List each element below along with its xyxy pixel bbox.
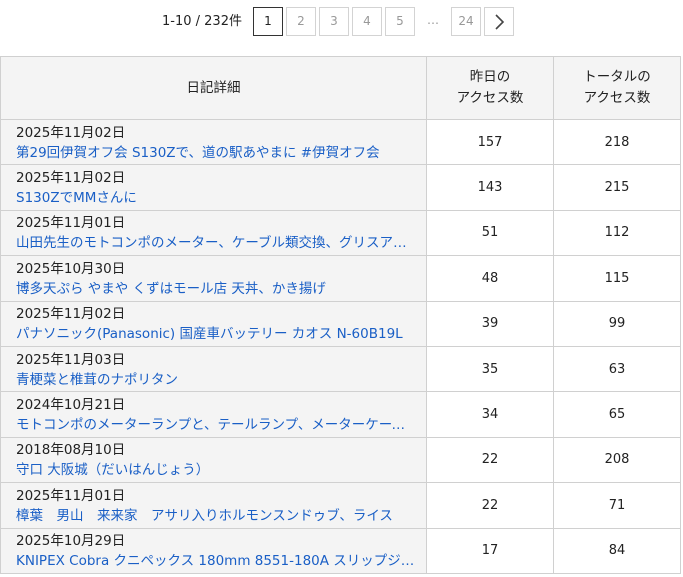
diary-title-link[interactable]: パナソニック(Panasonic) 国産車バッテリー カオス N-60B19L [16, 324, 418, 344]
diary-cell: 2025年11月03日 青梗菜と椎茸のナポリタン [0, 345, 427, 393]
diary-date: 2024年10月21日 [16, 397, 126, 414]
yesterday-count: 51 [426, 209, 554, 257]
total-count: 84 [553, 527, 681, 574]
yesterday-count: 48 [426, 255, 554, 302]
chevron-right-icon [495, 14, 505, 30]
yesterday-count: 22 [426, 436, 554, 484]
total-count: 65 [553, 391, 681, 438]
table-row: 2025年11月02日 第29回伊賀オフ会 S130Zで、道の駅あやまに #伊賀… [0, 118, 681, 166]
diary-title-link[interactable]: 青梗菜と椎茸のナポリタン [16, 370, 418, 390]
page-1-button[interactable]: 1 [253, 7, 283, 36]
diary-date: 2025年11月02日 [16, 124, 126, 141]
diary-date: 2025年10月29日 [16, 533, 126, 550]
diary-cell: 2025年10月30日 博多天ぷら やまや くずはモール店 天丼、かき揚げ [0, 255, 427, 302]
yesterday-count: 34 [426, 391, 554, 438]
diary-title-link[interactable]: モトコンポのメーターランプと、テールランプ、メーターケーブル [16, 415, 418, 435]
diary-title-link[interactable]: 守口 大阪城（だいはんじょう） [16, 460, 418, 480]
diary-cell: 2025年11月02日 S130ZでMMさんに [0, 164, 427, 211]
total-count: 218 [553, 118, 681, 166]
table-row: 2025年10月29日 KNIPEX Cobra クニペックス 180mm 85… [0, 527, 681, 574]
pagination: 1-10 / 232件 1 2 3 4 5 … 24 [0, 0, 683, 56]
total-count: 71 [553, 482, 681, 529]
diary-title-link[interactable]: 樟葉 男山 来来家 アサリ入りホルモンスンドゥブ、ライス [16, 506, 418, 526]
yesterday-count: 157 [426, 118, 554, 166]
yesterday-count: 22 [426, 482, 554, 529]
diary-cell: 2025年11月01日 樟葉 男山 来来家 アサリ入りホルモンスンドゥブ、ライス [0, 482, 427, 529]
table-row: 2024年10月21日 モトコンポのメーターランプと、テールランプ、メーターケー… [0, 391, 681, 438]
yesterday-count: 17 [426, 527, 554, 574]
page-4-button[interactable]: 4 [352, 7, 382, 36]
diary-cell: 2024年10月21日 モトコンポのメーターランプと、テールランプ、メーターケー… [0, 391, 427, 438]
yesterday-count: 39 [426, 300, 554, 347]
yesterday-count: 143 [426, 164, 554, 211]
diary-date: 2025年11月03日 [16, 351, 126, 368]
diary-date: 2025年10月30日 [16, 260, 126, 277]
total-count: 63 [553, 345, 681, 393]
diary-title-link[interactable]: KNIPEX Cobra クニペックス 180mm 8551-180A スリップ… [16, 551, 418, 571]
diary-title-link[interactable]: 博多天ぷら やまや くずはモール店 天丼、かき揚げ [16, 279, 418, 299]
header-yesterday: 昨日の アクセス数 [426, 56, 554, 120]
diary-title-link[interactable]: 第29回伊賀オフ会 S130Zで、道の駅あやまに #伊賀オフ会 [16, 143, 418, 163]
diary-date: 2025年11月02日 [16, 170, 126, 187]
diary-title-link[interactable]: 山田先生のモトコンポのメーター、ケーブル類交換、グリスアップ [16, 233, 418, 253]
yesterday-count: 35 [426, 345, 554, 393]
diary-date: 2025年11月01日 [16, 215, 126, 232]
diary-cell: 2025年11月02日 第29回伊賀オフ会 S130Zで、道の駅あやまに #伊賀… [0, 118, 427, 166]
table-row: 2025年11月01日 樟葉 男山 来来家 アサリ入りホルモンスンドゥブ、ライス… [0, 482, 681, 529]
total-count: 115 [553, 255, 681, 302]
next-page-button[interactable] [484, 7, 514, 36]
diary-cell: 2025年11月02日 パナソニック(Panasonic) 国産車バッテリー カ… [0, 300, 427, 347]
page-2-button[interactable]: 2 [286, 7, 316, 36]
page-5-button[interactable]: 5 [385, 7, 415, 36]
table-row: 2025年10月30日 博多天ぷら やまや くずはモール店 天丼、かき揚げ 48… [0, 255, 681, 302]
total-count: 208 [553, 436, 681, 484]
diary-access-table: 日記詳細 昨日の アクセス数 トータルの アクセス数 2025年11月02日 第29… [0, 56, 681, 574]
diary-title-link[interactable]: S130ZでMMさんに [16, 188, 418, 208]
header-title: 日記詳細 [0, 56, 427, 120]
result-count: 1-10 / 232件 [162, 14, 242, 29]
total-count: 215 [553, 164, 681, 211]
table-row: 2025年11月02日 S130ZでMMさんに 143 215 [0, 164, 681, 211]
page-ellipsis: … [418, 7, 448, 36]
table-header-row: 日記詳細 昨日の アクセス数 トータルの アクセス数 [0, 56, 681, 120]
diary-date: 2025年11月01日 [16, 487, 126, 504]
table-row: 2018年08月10日 守口 大阪城（だいはんじょう） 22 208 [0, 436, 681, 484]
table-row: 2025年11月01日 山田先生のモトコンポのメーター、ケーブル類交換、グリスア… [0, 209, 681, 257]
page-3-button[interactable]: 3 [319, 7, 349, 36]
diary-cell: 2025年10月29日 KNIPEX Cobra クニペックス 180mm 85… [0, 527, 427, 574]
header-total: トータルの アクセス数 [553, 56, 681, 120]
table-row: 2025年11月02日 パナソニック(Panasonic) 国産車バッテリー カ… [0, 300, 681, 347]
diary-cell: 2025年11月01日 山田先生のモトコンポのメーター、ケーブル類交換、グリスア… [0, 209, 427, 257]
diary-date: 2018年08月10日 [16, 442, 126, 459]
total-count: 99 [553, 300, 681, 347]
table-row: 2025年11月03日 青梗菜と椎茸のナポリタン 35 63 [0, 345, 681, 393]
total-count: 112 [553, 209, 681, 257]
page-last-button[interactable]: 24 [451, 7, 481, 36]
diary-date: 2025年11月02日 [16, 306, 126, 323]
diary-cell: 2018年08月10日 守口 大阪城（だいはんじょう） [0, 436, 427, 484]
